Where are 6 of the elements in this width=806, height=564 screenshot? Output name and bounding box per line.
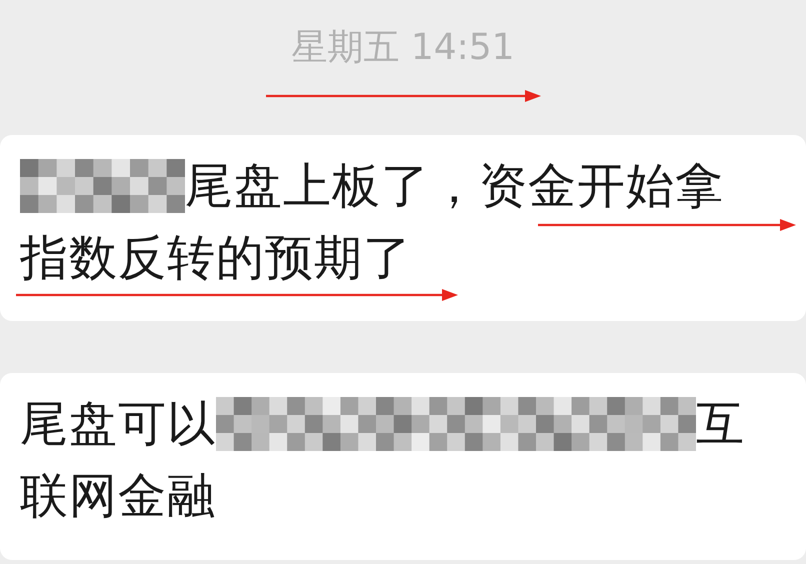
message-text: 尾盘可以 (20, 399, 216, 450)
message-text: 尾盘上板了，资金开始拿 (185, 160, 724, 212)
message-text: 指数反转的预期了 (20, 233, 412, 284)
message-text: 联网金融 (20, 471, 216, 522)
message-text: 互 (696, 399, 745, 450)
message-timestamp: 星期五 14:51 (291, 28, 515, 68)
